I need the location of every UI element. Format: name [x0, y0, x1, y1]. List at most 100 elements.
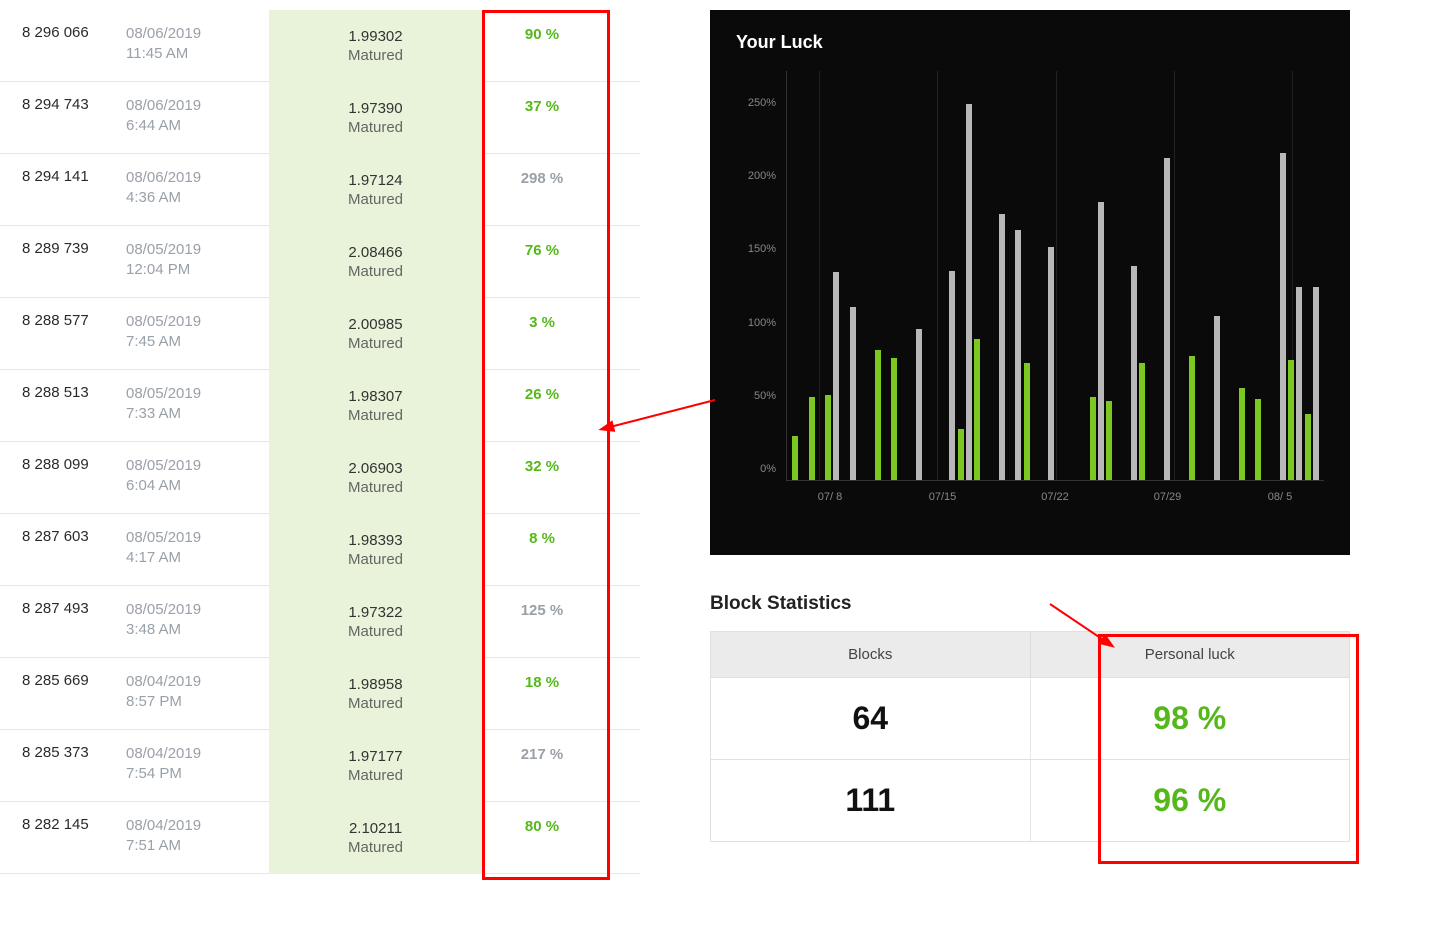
stats-luck-value: 98 % — [1031, 678, 1350, 759]
y-tick-label: 0% — [760, 463, 776, 475]
block-date: 08/05/20197:33 AM — [126, 384, 269, 425]
bar-blocks — [1189, 356, 1195, 480]
y-tick-label: 100% — [748, 317, 776, 329]
bar-group — [1189, 356, 1203, 480]
bar-luck — [966, 104, 972, 480]
bar-luck — [1098, 202, 1104, 480]
stats-luck-value: 96 % — [1031, 760, 1350, 841]
block-luck: 76 % — [482, 240, 602, 259]
table-row[interactable]: 8 289 73908/05/201912:04 PM2.08466Mature… — [0, 226, 640, 298]
bar-luck — [850, 307, 856, 480]
bar-luck — [1164, 158, 1170, 480]
block-number: 8 288 577 — [0, 312, 126, 329]
y-tick-label: 50% — [754, 390, 776, 402]
bar-group — [792, 436, 806, 480]
bar-blocks — [825, 395, 831, 480]
block-reward: 2.08466Matured — [269, 226, 482, 298]
block-number: 8 287 493 — [0, 600, 126, 617]
block-statistics-title: Block Statistics — [710, 593, 1350, 615]
x-tick-label: 07/22 — [1025, 491, 1085, 503]
table-row[interactable]: 8 282 14508/04/20197:51 AM2.10211Matured… — [0, 802, 640, 874]
table-row[interactable]: 8 285 37308/04/20197:54 PM1.97177Matured… — [0, 730, 640, 802]
table-row[interactable]: 8 287 60308/05/20194:17 AM1.98393Matured… — [0, 514, 640, 586]
stats-row: 11196 % — [711, 759, 1349, 841]
bar-blocks — [958, 429, 964, 480]
bar-blocks — [809, 397, 815, 480]
block-date: 08/05/20194:17 AM — [126, 528, 269, 569]
stats-blocks-value: 111 — [711, 760, 1031, 841]
bar-group — [1040, 247, 1054, 480]
bar-group — [1239, 388, 1253, 480]
block-number: 8 285 373 — [0, 744, 126, 761]
right-panel: Your Luck 0%50%100%150%200%250% 07/ 807/… — [710, 0, 1350, 874]
block-date: 08/06/20194:36 AM — [126, 168, 269, 209]
block-reward: 1.98958Matured — [269, 658, 482, 730]
bar-group — [891, 358, 905, 480]
bar-luck — [833, 272, 839, 480]
block-reward: 1.97177Matured — [269, 730, 482, 802]
bar-luck — [999, 214, 1005, 481]
block-date: 08/06/20196:44 AM — [126, 96, 269, 137]
bar-luck — [1313, 287, 1319, 480]
chart-area: 0%50%100%150%200%250% 07/ 807/1507/2207/… — [736, 71, 1324, 511]
bar-blocks — [1024, 363, 1030, 480]
block-reward: 2.10211Matured — [269, 802, 482, 874]
bar-group — [1123, 266, 1137, 480]
luck-chart-card: Your Luck 0%50%100%150%200%250% 07/ 807/… — [710, 10, 1350, 555]
block-reward: 2.00985Matured — [269, 298, 482, 370]
table-row[interactable]: 8 294 74308/06/20196:44 AM1.97390Matured… — [0, 82, 640, 154]
x-tick-label: 07/29 — [1138, 491, 1198, 503]
bar-group — [991, 214, 1005, 481]
block-reward: 1.97322Matured — [269, 586, 482, 658]
table-row[interactable]: 8 288 09908/05/20196:04 AM2.06903Matured… — [0, 442, 640, 514]
table-row[interactable]: 8 288 57708/05/20197:45 AM2.00985Matured… — [0, 298, 640, 370]
block-luck: 3 % — [482, 312, 602, 331]
block-luck: 217 % — [482, 744, 602, 763]
y-tick-label: 250% — [748, 97, 776, 109]
block-reward: 1.98393Matured — [269, 514, 482, 586]
bar-group — [1090, 202, 1104, 480]
bar-luck — [1015, 230, 1021, 480]
blocks-table: 8 296 06608/06/201911:45 AM1.99302Mature… — [0, 0, 640, 874]
block-reward: 1.97124Matured — [269, 154, 482, 226]
block-number: 8 288 099 — [0, 456, 126, 473]
block-number: 8 289 739 — [0, 240, 126, 257]
bar-blocks — [1239, 388, 1245, 480]
bar-luck — [1280, 153, 1286, 480]
block-luck: 8 % — [482, 528, 602, 547]
bar-group — [958, 104, 972, 480]
table-row[interactable]: 8 288 51308/05/20197:33 AM1.98307Matured… — [0, 370, 640, 442]
block-reward: 1.99302Matured — [269, 10, 482, 82]
block-number: 8 285 669 — [0, 672, 126, 689]
stats-row: 6498 % — [711, 677, 1349, 759]
bar-blocks — [974, 339, 980, 480]
block-date: 08/04/20197:54 PM — [126, 744, 269, 785]
bar-group — [1305, 287, 1319, 480]
block-luck: 90 % — [482, 24, 602, 43]
x-tick-label: 07/15 — [913, 491, 973, 503]
bar-blocks — [1139, 363, 1145, 480]
block-number: 8 282 145 — [0, 816, 126, 833]
block-luck: 26 % — [482, 384, 602, 403]
table-row[interactable]: 8 294 14108/06/20194:36 AM1.97124Matured… — [0, 154, 640, 226]
block-date: 08/05/20196:04 AM — [126, 456, 269, 497]
x-tick-label: 07/ 8 — [800, 491, 860, 503]
block-date: 08/05/20193:48 AM — [126, 600, 269, 641]
bar-luck — [1296, 287, 1302, 480]
block-date: 08/04/20197:51 AM — [126, 816, 269, 857]
table-row[interactable]: 8 285 66908/04/20198:57 PM1.98958Matured… — [0, 658, 640, 730]
block-date: 08/05/201912:04 PM — [126, 240, 269, 281]
bar-luck — [1048, 247, 1054, 480]
table-row[interactable]: 8 287 49308/05/20193:48 AM1.97322Matured… — [0, 586, 640, 658]
block-date: 08/04/20198:57 PM — [126, 672, 269, 713]
block-luck: 37 % — [482, 96, 602, 115]
bar-blocks — [891, 358, 897, 480]
bar-group — [1156, 158, 1170, 480]
bar-group — [1272, 153, 1286, 480]
block-luck: 125 % — [482, 600, 602, 619]
block-reward: 1.97390Matured — [269, 82, 482, 154]
table-row[interactable]: 8 296 06608/06/201911:45 AM1.99302Mature… — [0, 10, 640, 82]
block-date: 08/05/20197:45 AM — [126, 312, 269, 353]
block-luck: 18 % — [482, 672, 602, 691]
bar-luck — [949, 271, 955, 480]
